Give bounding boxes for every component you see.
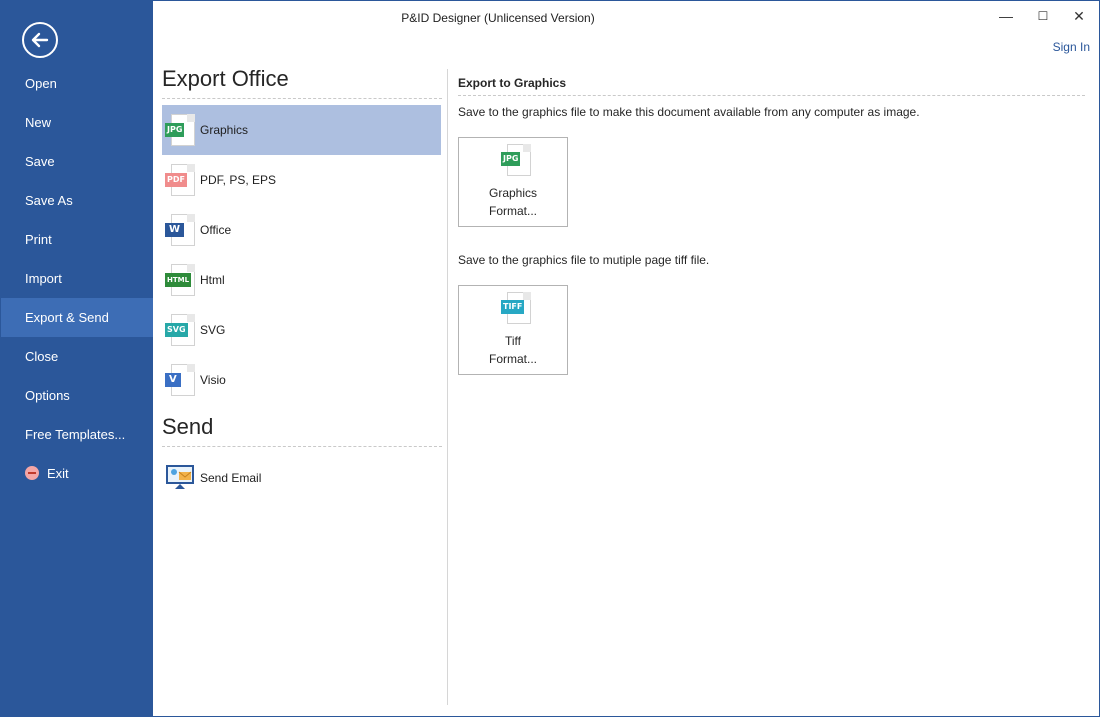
jpg-file-icon: JPG [165,114,195,146]
tiff-format-button[interactable]: TIFF Tiff Format... [458,285,568,375]
option-visio[interactable]: V Visio [162,355,442,405]
graphics-format-button[interactable]: JPG Graphics Format... [458,137,568,227]
sidebar-item-free-templates[interactable]: Free Templates... [1,415,153,454]
divider [458,95,1085,96]
section-title-send: Send [162,414,214,439]
sidebar-item-open[interactable]: Open [1,64,153,103]
button-label: Graphics Format... [488,186,538,218]
sidebar-item-options[interactable]: Options [1,376,153,415]
close-icon: ✕ [1073,7,1085,24]
button-label: Tiff Format... [488,334,537,366]
sidebar-item-print[interactable]: Print [1,220,153,259]
sidebar-item-save[interactable]: Save [1,142,153,181]
arrow-left-icon [31,32,49,48]
tiff-file-icon: TIFF [501,292,531,324]
sidebar-item-save-as[interactable]: Save As [1,181,153,220]
option-svg[interactable]: SVG SVG [162,305,442,355]
section-title-export-office: Export Office [162,66,289,91]
tiff-description: Save to the graphics file to mutiple pag… [458,253,710,267]
graphics-description: Save to the graphics file to make this d… [458,105,920,119]
close-window-button[interactable]: ✕ [1061,3,1097,29]
sidebar-item-label: Exit [47,466,69,481]
backstage-menu: Open New Save Save As Print Import Expor… [1,64,153,493]
svg-file-icon: SVG [165,314,195,346]
backstage-sidebar: Open New Save Save As Print Import Expor… [1,1,153,716]
sidebar-item-new[interactable]: New [1,103,153,142]
back-button[interactable] [22,22,58,58]
option-pdf-ps-eps[interactable]: PDF PDF, PS, EPS [162,155,442,205]
sidebar-item-exit[interactable]: Exit [1,454,153,493]
html-file-icon: HTML [165,264,195,296]
export-options-panel: Export Office JPG Graphics PDF PDF, PS, … [162,61,442,503]
app-window: Open New Save Save As Print Import Expor… [0,0,1100,717]
sidebar-item-close[interactable]: Close [1,337,153,376]
email-monitor-icon [165,462,195,494]
option-send-email[interactable]: Send Email [162,453,442,503]
option-label: Send Email [200,471,262,485]
pane-title: Export to Graphics [458,76,567,90]
divider [162,98,442,99]
word-file-icon: W [165,214,195,246]
minimize-icon: — [999,8,1013,24]
maximize-button[interactable]: ☐ [1025,3,1061,29]
option-label: Office [200,223,232,237]
sidebar-item-export-send[interactable]: Export & Send [1,298,153,337]
maximize-icon: ☐ [1037,9,1049,23]
option-label: PDF, PS, EPS [200,173,277,187]
window-title: P&ID Designer (Unlicensed Version) [401,11,595,25]
option-html[interactable]: HTML Html [162,255,442,305]
vertical-divider [447,69,448,705]
option-label: Html [200,273,225,287]
option-label: Graphics [200,123,249,137]
exit-icon [25,466,39,481]
option-office[interactable]: W Office [162,205,442,255]
divider [162,446,442,447]
jpg-file-icon: JPG [501,144,531,176]
pdf-file-icon: PDF [165,164,195,196]
export-detail-pane: Export to Graphics Save to the graphics … [458,61,1085,375]
minimize-button[interactable]: — [988,3,1024,29]
option-graphics[interactable]: JPG Graphics [162,105,441,155]
option-label: SVG [200,323,226,337]
option-label: Visio [200,373,226,387]
sidebar-item-import[interactable]: Import [1,259,153,298]
visio-file-icon: V [165,364,195,396]
sign-in-link[interactable]: Sign In [1053,40,1090,54]
